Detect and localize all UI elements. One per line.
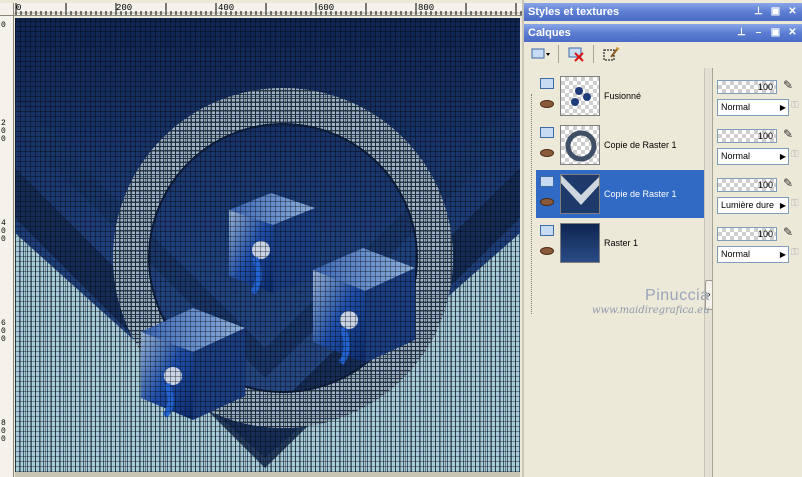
layer-props: 100 ✎ Lumière dure ▶ ⚿ — [715, 170, 802, 218]
lock-icon[interactable]: ⚿ — [791, 149, 802, 163]
layer-props: 100 ✎ Normal ▶ ⚿ — [715, 121, 802, 169]
opacity-field[interactable]: 100 — [717, 227, 777, 241]
new-layer-icon — [531, 48, 550, 59]
grid-overlay — [15, 18, 520, 472]
layer-row[interactable]: Copie de Raster 1 — [536, 121, 704, 169]
layer-row[interactable]: Raster 1 — [536, 219, 704, 267]
brush-lock-icon[interactable]: ✎ — [783, 127, 797, 143]
opacity-field[interactable]: 100 — [717, 129, 777, 143]
toolbar-separator — [558, 45, 559, 63]
new-layer-button[interactable] — [530, 44, 552, 64]
watermark-url: www.maidiregrafica.eu — [592, 305, 710, 316]
brush-lock-icon[interactable]: ✎ — [783, 225, 797, 241]
opacity-field[interactable]: 100 — [717, 80, 777, 94]
restore-icon[interactable]: ▣ — [770, 6, 781, 17]
close-icon[interactable]: ✕ — [787, 27, 798, 38]
dropdown-arrow-icon[interactable]: ▶ — [778, 247, 788, 262]
styles-title-label: Styles et textures — [528, 6, 620, 18]
ruler-horizontal: 0 200 400 600 800 — [14, 3, 522, 16]
layer-thumbnail — [560, 76, 600, 116]
dropdown-arrow-icon[interactable]: ▶ — [778, 198, 788, 213]
layers-toolbar — [524, 42, 802, 66]
layer-properties: 100 ✎ Normal ▶ ⚿ 100 ✎ Normal ▶ ⚿ 100 ✎ … — [712, 68, 802, 477]
toolbar-separator — [593, 45, 594, 63]
layer-name: Raster 1 — [604, 238, 639, 248]
ruler-label: 8 0 0 — [1, 419, 6, 444]
ruler-label: 2 0 0 — [1, 119, 6, 144]
layers-scrollbar[interactable]: › — [704, 68, 713, 477]
ruler-label: 6 0 0 — [1, 319, 6, 344]
lock-icon[interactable]: ⚿ — [791, 198, 802, 212]
layer-type-icon — [540, 78, 554, 89]
layer-props: 100 ✎ Normal ▶ ⚿ — [715, 219, 802, 267]
eye-icon[interactable] — [540, 198, 554, 206]
tree-line — [531, 94, 532, 314]
minimize-icon[interactable]: – — [753, 27, 764, 38]
layer-name: Copie de Raster 1 — [604, 140, 677, 150]
layer-thumbnail — [560, 174, 600, 214]
dropdown-arrow-icon[interactable]: ▶ — [778, 149, 788, 164]
layer-thumbnail — [560, 223, 600, 263]
layer-name: Copie de Raster 1 — [604, 189, 677, 199]
dropdown-arrow-icon[interactable]: ▶ — [778, 100, 788, 115]
ruler-vertical: 0 2 0 0 4 0 0 6 0 0 8 0 0 — [0, 16, 14, 477]
edit-mask-icon — [603, 47, 620, 61]
ruler-label: 4 0 0 — [1, 219, 6, 244]
layer-type-icon — [540, 176, 554, 187]
canvas-bottom-edge — [15, 472, 520, 477]
layer-type-icon — [540, 127, 554, 138]
close-icon[interactable]: ✕ — [787, 6, 798, 17]
opacity-field[interactable]: 100 — [717, 178, 777, 192]
layer-row[interactable]: Fusionné — [536, 72, 704, 120]
lock-icon[interactable]: ⚿ — [791, 247, 802, 261]
lock-icon[interactable]: ⚿ — [791, 100, 802, 114]
restore-icon[interactable]: ▣ — [770, 27, 781, 38]
ruler-label: 0 — [1, 21, 6, 30]
eye-icon[interactable] — [540, 149, 554, 157]
layer-row-selected[interactable]: Copie de Raster 1 — [536, 170, 704, 218]
layers-title-label: Calques — [528, 27, 571, 39]
styles-panel-title[interactable]: Styles et textures ⊥ ▣ ✕ — [524, 3, 802, 21]
canvas-area[interactable]: 0 200 400 600 800 0 2 0 0 4 0 0 6 0 0 8 … — [0, 0, 522, 477]
watermark: Pinuccia www.maidiregrafica.eu — [592, 287, 710, 316]
layer-type-icon — [540, 225, 554, 236]
layers-panel-title[interactable]: Calques ⊥ – ▣ ✕ — [524, 24, 802, 42]
brush-lock-icon[interactable]: ✎ — [783, 78, 797, 94]
delete-layer-icon — [568, 47, 584, 62]
edit-mask-button[interactable] — [600, 44, 622, 64]
eye-icon[interactable] — [540, 247, 554, 255]
ruler-corner — [0, 3, 14, 16]
layer-name: Fusionné — [604, 91, 642, 101]
eye-icon[interactable] — [540, 100, 554, 108]
watermark-name: Pinuccia — [645, 287, 710, 304]
layer-thumbnail — [560, 125, 600, 165]
pin-icon[interactable]: ⊥ — [753, 6, 764, 17]
brush-lock-icon[interactable]: ✎ — [783, 176, 797, 192]
delete-layer-button[interactable] — [565, 44, 587, 64]
layer-props: 100 ✎ Normal ▶ ⚿ — [715, 72, 802, 120]
pin-icon[interactable]: ⊥ — [736, 27, 747, 38]
layers-list: Fusionné Copie de Raster 1 Copie de Rast… — [528, 68, 704, 477]
image-canvas[interactable] — [15, 18, 520, 472]
